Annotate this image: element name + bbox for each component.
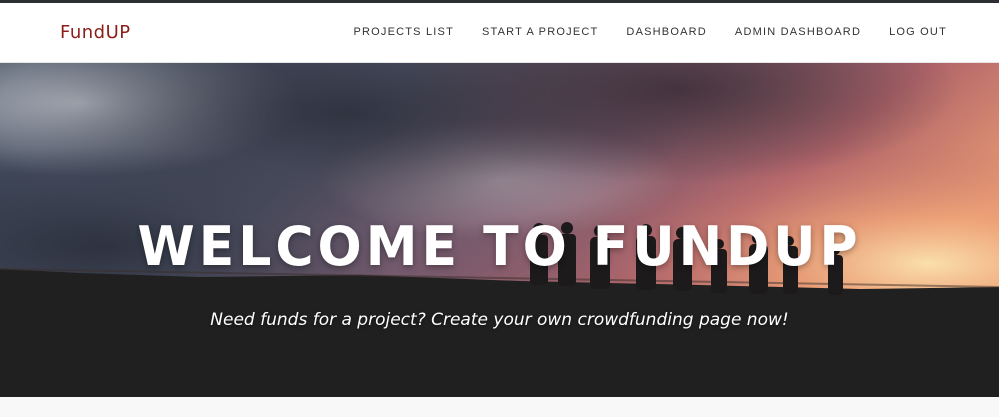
- navbar: FundUP PROJECTS LIST START A PROJECT DAS…: [0, 3, 999, 63]
- nav-log-out[interactable]: LOG OUT: [889, 26, 947, 38]
- hero-title: WELCOME TO FUNDUP: [137, 215, 862, 279]
- nav-projects-list[interactable]: PROJECTS LIST: [353, 26, 454, 38]
- hero-banner: WELCOME TO FUNDUP Need funds for a proje…: [0, 63, 999, 397]
- nav-start-project[interactable]: START A PROJECT: [482, 26, 598, 38]
- hero-subtitle: Need funds for a project? Create your ow…: [210, 310, 789, 330]
- page-footer-strip: [0, 397, 999, 417]
- nav-dashboard[interactable]: DASHBOARD: [626, 26, 706, 38]
- nav-links: PROJECTS LIST START A PROJECT DASHBOARD …: [353, 26, 947, 38]
- nav-admin-dashboard[interactable]: ADMIN DASHBOARD: [735, 26, 861, 38]
- brand-logo[interactable]: FundUP: [60, 22, 131, 43]
